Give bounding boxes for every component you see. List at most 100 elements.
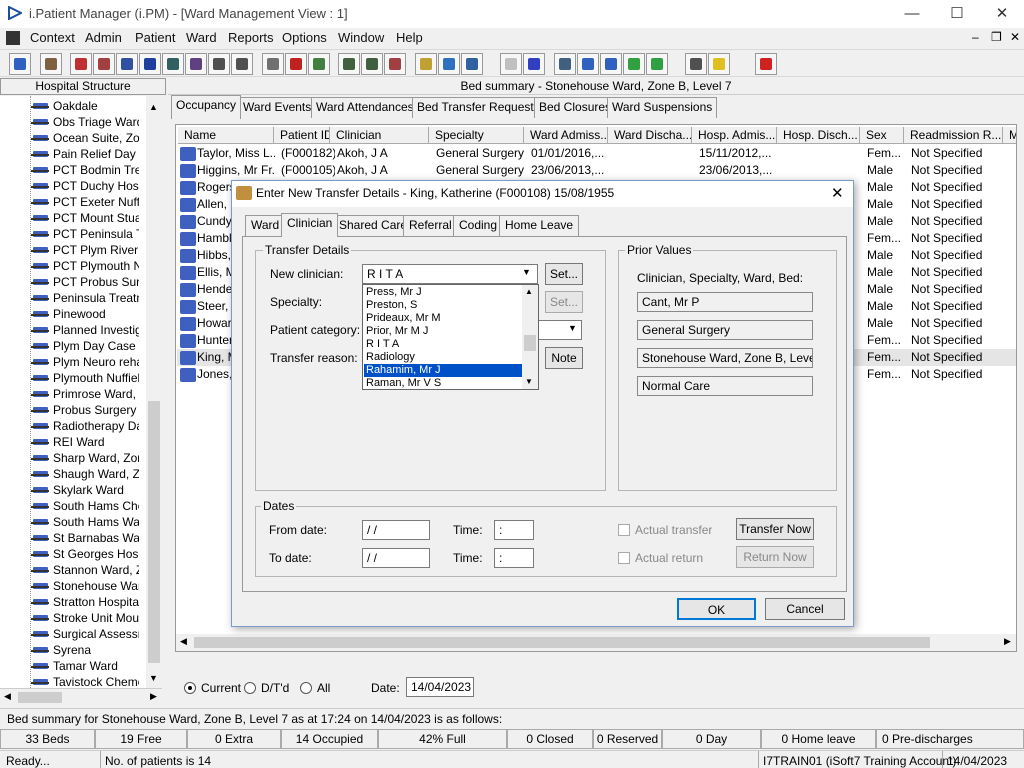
all-radio[interactable] [300,682,312,694]
tree-item[interactable]: PCT Mount Stuar [30,210,139,226]
scroll-left-icon[interactable]: ◀ [4,691,11,702]
swap-icon[interactable] [685,53,707,75]
list-scroll-right-icon[interactable]: ▶ [1004,636,1011,647]
tree-item[interactable]: PCT Plym River F [30,242,139,258]
column-header-clinician[interactable]: Clinician [330,127,429,144]
arrows-2-icon[interactable] [646,53,668,75]
exit-icon[interactable] [755,53,777,75]
dialog-tab-clinician[interactable]: Clinician [281,213,339,237]
m-icon[interactable] [139,53,161,75]
dropdown-item[interactable]: Preston, S [364,299,522,312]
document-icon[interactable] [6,31,20,45]
from-date-field[interactable]: / / [362,520,430,540]
dropdown-scroll-down-icon[interactable]: ▼ [525,377,533,386]
tree-item[interactable]: Stratton Hospital [30,594,139,610]
tab-ward-attendances[interactable]: Ward Attendances [311,97,419,118]
tree-item[interactable]: Radiotherapy Day [30,418,139,434]
actual-transfer-checkbox[interactable] [618,524,630,536]
column-header-patient-id[interactable]: Patient ID [274,127,330,144]
list-icon[interactable] [415,53,437,75]
record-icon[interactable] [116,53,138,75]
menu-options[interactable]: Options [282,30,327,45]
tree-item[interactable]: Surgical Assessm [30,626,139,642]
tree-item[interactable]: Stannon Ward, Z [30,562,139,578]
tree-vertical-scrollbar[interactable]: ▲ ▼ [146,96,162,688]
maximize-icon[interactable]: ☐ [946,4,968,24]
tree-item[interactable]: Sharp Ward, Zon [30,450,139,466]
mdi-minimize-icon[interactable]: – [972,30,979,44]
new-clinician-combo[interactable]: R I T A [362,264,538,284]
tab-bed-transfer-requests[interactable]: Bed Transfer Requests [412,97,545,118]
menu-context[interactable]: Context [30,30,75,45]
list-scroll-left-icon[interactable]: ◀ [180,636,187,647]
dialog-tab-shared-care[interactable]: Shared Care [333,215,414,236]
scroll-up-icon[interactable]: ▲ [149,102,158,112]
chevron-down-icon[interactable]: ▼ [522,267,531,277]
hospital-tree[interactable]: Oakdale Obs Triage Ward Ocean Suite, Zor Pa… [0,96,162,688]
column-header-m[interactable]: M [1003,127,1016,144]
chart-icon[interactable] [361,53,383,75]
set-clinician-button[interactable]: Set... [545,263,583,285]
tree-item[interactable]: PCT Probus Surg [30,274,139,290]
tree-item[interactable]: Shaugh Ward, Zo [30,466,139,482]
tree-item[interactable]: South Hams War [30,514,139,530]
clinician-dropdown-list[interactable]: Press, Mr J Preston, S Prideaux, Mr M Prior… [362,284,539,390]
set-specialty-button[interactable]: Set... [545,291,583,313]
tree-scroll-thumb[interactable] [148,401,160,663]
dropdown-item[interactable]: R I T A [364,338,522,351]
person-icon[interactable] [162,53,184,75]
return-now-button[interactable]: Return Now [736,546,814,568]
tree-item[interactable]: Obs Triage Ward [30,114,139,130]
menu-reports[interactable]: Reports [228,30,274,45]
menu-ward[interactable]: Ward [186,30,217,45]
tree-item[interactable]: PCT Bodmin Trea [30,162,139,178]
tree-item[interactable]: Pain Relief Day C [30,146,139,162]
dialog-tab-ward[interactable]: Ward [245,215,286,236]
column-header-hosp-discharge[interactable]: Hosp. Disch... [777,127,860,144]
table-row[interactable]: Higgins, Mr Fr... (F000105) Akoh, J A Gener… [177,162,1016,179]
dropdown-scrollbar[interactable]: ▲ ▼ [522,285,538,389]
tree-item[interactable]: Stonehouse Ward [30,578,139,594]
dialog-tab-coding[interactable]: Coding [453,215,504,236]
page-icon[interactable] [500,53,522,75]
tree-item[interactable]: Primrose Ward, Z [30,386,139,402]
checklist-icon[interactable] [577,53,599,75]
category-chevron-down-icon[interactable]: ▼ [568,323,577,333]
tree-item[interactable]: Skylark Ward [30,482,139,498]
tree-item[interactable]: Tavistock Chemo [30,674,139,688]
ok-button[interactable]: OK [677,598,756,620]
dialog-tab-home-leave[interactable]: Home Leave [499,215,580,236]
dropdown-item[interactable]: Prior, Mr M J [364,325,522,338]
dropdown-scroll-up-icon[interactable]: ▲ [525,287,533,296]
tree-item[interactable]: PCT Peninsula Tr [30,226,139,242]
tree-item[interactable]: Planned Investiga [30,322,139,338]
date-field[interactable]: 14/04/2023 [406,677,474,697]
menu-window[interactable]: Window [338,30,384,45]
tree-item[interactable]: PCT Duchy Hosp [30,178,139,194]
globe-icon[interactable] [554,53,576,75]
mdi-close-icon[interactable]: ✕ [1010,30,1020,44]
bed-icon[interactable] [438,53,460,75]
tab-ward-events[interactable]: Ward Events [238,97,317,118]
notes-icon[interactable] [185,53,207,75]
mdi-restore-icon[interactable]: ❐ [991,30,1002,44]
tab-ward-suspensions[interactable]: Ward Suspensions [607,97,718,118]
dtd-radio[interactable] [244,682,256,694]
tree-item[interactable]: St Georges Hosp [30,546,139,562]
form-icon[interactable] [93,53,115,75]
dropdown-item[interactable]: Radiology [364,351,522,364]
dropdown-scroll-thumb[interactable] [524,335,536,351]
tab-occupancy[interactable]: Occupancy [171,95,242,119]
tab-bed-closures[interactable]: Bed Closures [534,97,617,118]
timer-icon[interactable] [384,53,406,75]
tree-item[interactable]: Plym Day Case U [30,338,139,354]
screen-icon[interactable] [338,53,360,75]
dialog-close-icon[interactable]: ✕ [831,184,844,202]
note-button[interactable]: Note [545,347,583,369]
arrows-icon[interactable] [623,53,645,75]
tree-item[interactable]: St Barnabas War [30,530,139,546]
bar-chart-icon[interactable] [523,53,545,75]
tree-item[interactable]: Peninsula Treatm [30,290,139,306]
transport-icon[interactable] [231,53,253,75]
dialog-tab-referral[interactable]: Referral [403,215,458,236]
